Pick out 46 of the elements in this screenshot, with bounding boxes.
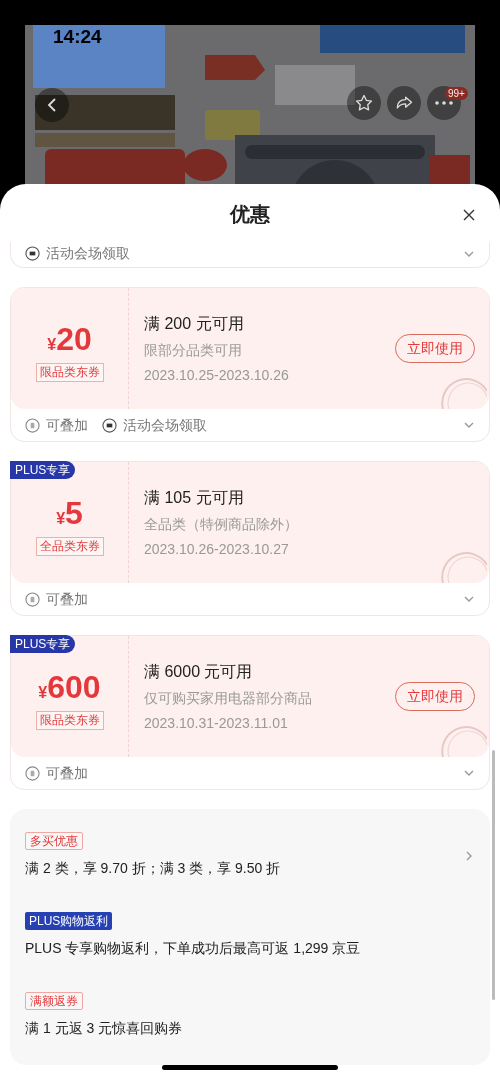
coupon-feature: 可叠加 bbox=[46, 763, 88, 783]
status-time: 14:24 bbox=[53, 25, 102, 49]
coupon-scope: 仅可购买家用电器部分商品 bbox=[144, 688, 313, 708]
coupon-threshold: 满 200 元可用 bbox=[144, 313, 245, 334]
ticket-icon bbox=[102, 417, 117, 433]
coupon-scope: 限部分品类可用 bbox=[144, 340, 243, 360]
coupon-amount: 600 bbox=[47, 668, 101, 707]
coin-stack-icon bbox=[25, 765, 40, 781]
promotion-text: PLUS 专享购物返利，下单成功后最高可返 1,299 京豆 bbox=[25, 939, 361, 958]
coupon-validity: 2023.10.25-2023.10.26 bbox=[144, 365, 290, 385]
promotion-tag: PLUS购物返利 bbox=[25, 912, 113, 930]
coupon-threshold: 满 105 元可用 bbox=[144, 487, 245, 508]
coupon-type-tag: 限品类东券 bbox=[35, 711, 104, 730]
currency-symbol: ¥ bbox=[56, 510, 66, 529]
coupon-amount: 20 bbox=[56, 320, 92, 359]
more-icon bbox=[435, 101, 453, 105]
close-icon bbox=[462, 208, 476, 222]
promotion-text: 满 2 类，享 9.70 折；满 3 类，享 9.50 折 bbox=[25, 859, 281, 878]
plus-badge: PLUS专享 bbox=[10, 461, 76, 479]
coupon-amount: 5 bbox=[65, 494, 83, 533]
sheet-title: 优惠 bbox=[230, 202, 270, 227]
currency-symbol: ¥ bbox=[38, 684, 48, 703]
coupon-type-tag: 全品类东券 bbox=[35, 537, 104, 556]
promotion-tag: 满额返券 bbox=[25, 992, 83, 1010]
plus-badge: PLUS专享 bbox=[10, 635, 76, 653]
coupon-type-tag: 限品类东券 bbox=[35, 363, 104, 382]
coupon-feature: 可叠加 bbox=[46, 415, 88, 435]
coupon-validity: 2023.10.31-2023.11.01 bbox=[144, 713, 289, 733]
share-button[interactable] bbox=[387, 86, 421, 120]
promotion-tag: 多买优惠 bbox=[25, 832, 83, 850]
favorite-button[interactable] bbox=[347, 86, 381, 120]
star-icon bbox=[354, 93, 374, 113]
coupon-feature: 活动会场领取 bbox=[123, 415, 207, 435]
coupon-feature: 可叠加 bbox=[46, 589, 88, 609]
currency-symbol: ¥ bbox=[47, 336, 57, 355]
coupon-threshold: 满 6000 元可用 bbox=[144, 661, 254, 682]
coin-stack-icon bbox=[25, 417, 40, 433]
back-icon bbox=[45, 97, 59, 113]
close-button[interactable] bbox=[462, 208, 476, 222]
promotion-text: 满 1 元返 3 元惊喜回购券 bbox=[25, 1019, 183, 1038]
coin-stack-icon bbox=[25, 591, 40, 607]
coupon-scope: 全品类（特例商品除外） bbox=[144, 514, 299, 534]
ticket-icon bbox=[25, 246, 40, 261]
coupon-feature: 活动会场领取 bbox=[46, 244, 130, 263]
coupon-validity: 2023.10.26-2023.10.27 bbox=[144, 539, 290, 559]
back-button[interactable] bbox=[35, 88, 69, 122]
